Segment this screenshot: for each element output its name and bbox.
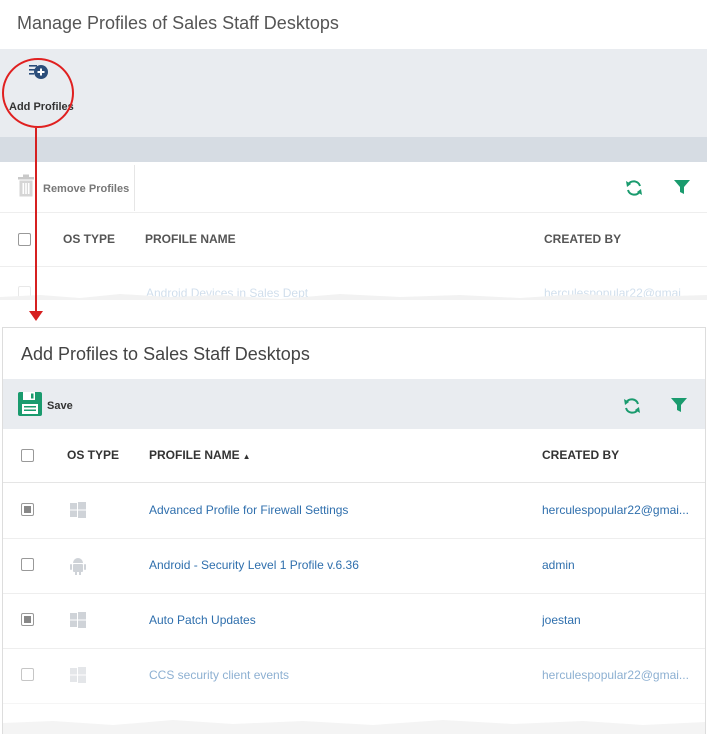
select-all-checkbox[interactable] [18, 233, 31, 246]
column-header-profile-name[interactable]: PROFILE NAME [145, 232, 236, 246]
table-header: OS TYPE PROFILE NAME CREATED BY [0, 212, 707, 267]
sort-ascending-icon: ▲ [242, 452, 251, 461]
column-header-label: PROFILE NAME [149, 448, 240, 462]
profile-name-link[interactable]: Advanced Profile for Firewall Settings [149, 503, 348, 517]
refresh-icon[interactable] [622, 396, 642, 416]
save-button[interactable]: Save [47, 400, 73, 412]
highlight-circle [2, 58, 74, 128]
add-profiles-panel: Add Profiles to Sales Staff Desktops Sav… [2, 327, 706, 734]
profile-name-link[interactable]: Auto Patch Updates [149, 613, 256, 627]
divider [134, 165, 135, 211]
windows-icon [70, 502, 86, 518]
table-header: OS TYPE PROFILE NAME ▲ CREATED BY [3, 429, 705, 483]
annotation-arrow [35, 128, 37, 316]
column-header-created-by[interactable]: CREATED BY [542, 448, 619, 462]
select-all-checkbox[interactable] [21, 449, 34, 462]
toolbar [3, 379, 705, 429]
toolbar-divider-strip [0, 137, 707, 162]
profile-name-link[interactable]: Android - Security Level 1 Profile v.6.3… [149, 558, 359, 572]
table-row[interactable]: CCS security client events herculespopul… [3, 648, 705, 704]
created-by-link[interactable]: herculespopular22@gmai... [542, 668, 692, 682]
profile-name-link[interactable]: CCS security client events [149, 668, 289, 682]
filter-icon[interactable] [670, 396, 688, 414]
torn-edge [3, 720, 705, 734]
filter-icon[interactable] [673, 178, 691, 196]
row-checkbox[interactable] [21, 558, 34, 571]
table-row[interactable]: Auto Patch Updates joestan [3, 593, 705, 649]
torn-edge [0, 294, 707, 300]
row-checkbox[interactable] [21, 668, 34, 681]
refresh-icon[interactable] [624, 178, 644, 198]
table-row[interactable]: Android - Security Level 1 Profile v.6.3… [3, 538, 705, 594]
created-by-link[interactable]: admin [542, 558, 692, 572]
page-title: Manage Profiles of Sales Staff Desktops [17, 13, 339, 33]
row-checkbox[interactable] [21, 613, 34, 626]
column-header-created-by[interactable]: CREATED BY [544, 232, 621, 246]
column-header-os-type[interactable]: OS TYPE [67, 448, 119, 462]
column-header-os-type[interactable]: OS TYPE [63, 232, 115, 246]
save-icon[interactable] [17, 391, 43, 417]
row-checkbox[interactable] [21, 503, 34, 516]
created-by-link[interactable]: herculespopular22@gmai... [542, 503, 692, 517]
trash-icon[interactable] [16, 174, 36, 198]
android-icon [70, 558, 86, 575]
remove-profiles-button[interactable]: Remove Profiles [43, 183, 129, 195]
dialog-title: Add Profiles to Sales Staff Desktops [21, 344, 310, 364]
windows-icon [70, 667, 86, 683]
windows-icon [70, 612, 86, 628]
manage-profiles-panel: Manage Profiles of Sales Staff Desktops … [0, 0, 707, 300]
toolbar [0, 49, 707, 137]
column-header-profile-name[interactable]: PROFILE NAME ▲ [149, 448, 251, 462]
table-row[interactable]: Advanced Profile for Firewall Settings h… [3, 483, 705, 539]
created-by-link[interactable]: joestan [542, 613, 692, 627]
arrow-head-icon [29, 311, 43, 321]
